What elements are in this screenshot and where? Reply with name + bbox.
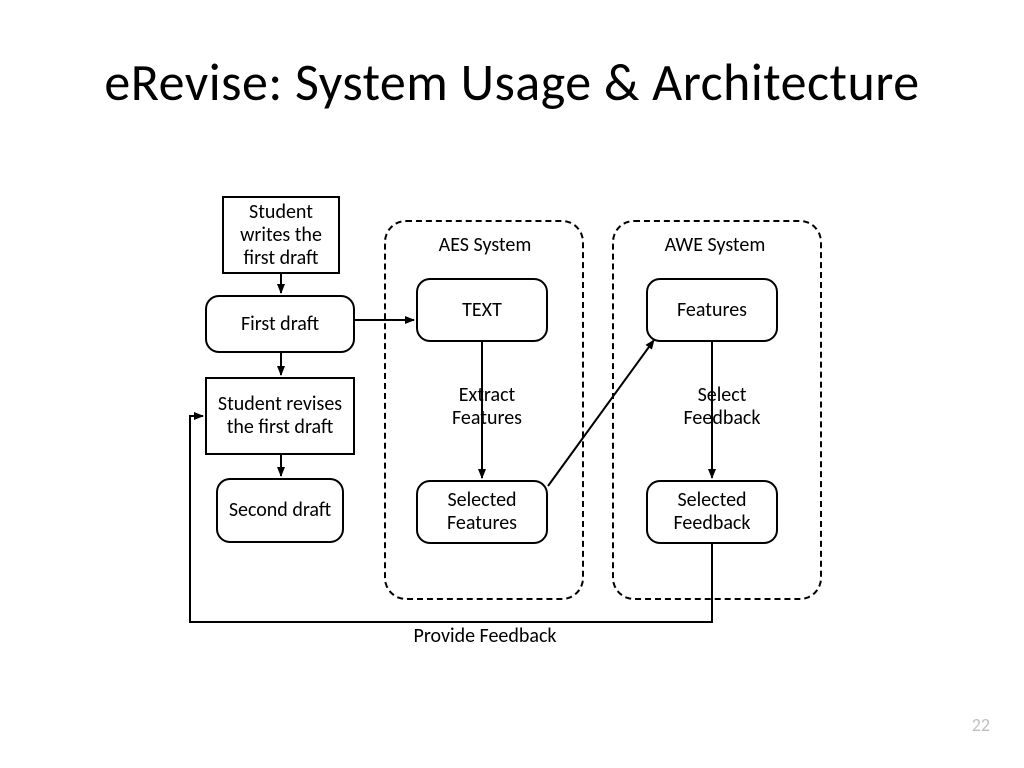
- first-draft-box: First draft: [205, 295, 355, 353]
- slide-title: eRevise: System Usage & Architecture: [0, 50, 1024, 114]
- student-revises-box: Student revises the first draft: [205, 377, 355, 455]
- select-feedback-label: Select Feedback: [672, 384, 772, 430]
- page-number: 22: [972, 714, 990, 736]
- second-draft-box: Second draft: [216, 478, 344, 543]
- selected-features-box: Selected Features: [416, 480, 548, 544]
- student-writes-box: Student writes the first draft: [222, 196, 340, 274]
- aes-system-label: AES System: [410, 233, 560, 257]
- extract-features-label: Extract Features: [442, 384, 532, 430]
- provide-feedback-label: Provide Feedback: [400, 625, 570, 648]
- awe-system-label: AWE System: [640, 233, 790, 257]
- features-box: Features: [646, 278, 778, 342]
- selected-feedback-box: Selected Feedback: [646, 480, 778, 544]
- text-box: TEXT: [416, 278, 548, 342]
- slide: eRevise: System Usage & Architecture AES…: [0, 0, 1024, 768]
